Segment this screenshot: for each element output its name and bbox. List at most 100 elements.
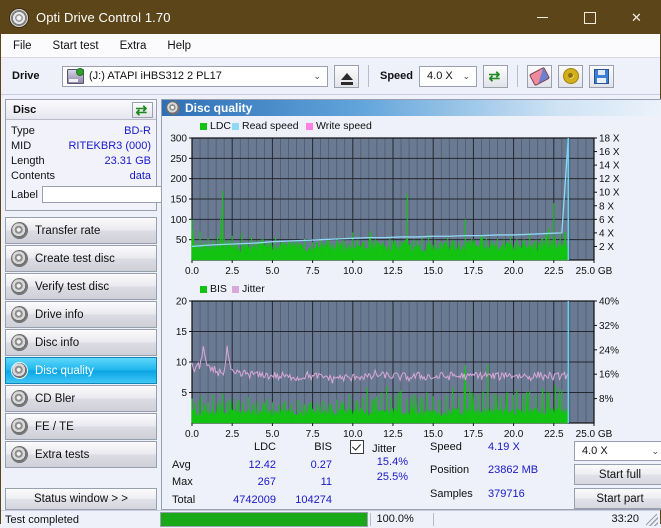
test-speed-value: 4.0 X (582, 445, 608, 457)
sidebar-item-disc-info[interactable]: Disc info (5, 329, 157, 356)
speed-select[interactable]: 4.0 X ⌄ (419, 65, 478, 87)
sidebar-item-drive-info[interactable]: Drive info (5, 301, 157, 328)
svg-text:16%: 16% (599, 370, 619, 381)
disc-quality-charts: 50 100 150 200 250 300 2 X 4 X 6 X 8 X 10 X 12 X 14 … (170, 120, 620, 438)
drive-label: Drive (12, 70, 40, 82)
disc-icon (12, 251, 27, 266)
disc-refresh-button[interactable] (132, 101, 153, 118)
elapsed-time: 33:20 (432, 513, 647, 526)
drive-select-value: (J:) ATAPI iHBS312 2 PL17 (89, 70, 222, 82)
drive-icon (67, 67, 84, 84)
svg-text:200: 200 (170, 174, 187, 185)
start-part-button[interactable]: Start part (574, 488, 661, 509)
disc-row-mid: MID RITEKBR3 (000) (11, 138, 151, 153)
speed-stat-label: Speed (430, 441, 462, 453)
jitter-checkbox[interactable] (350, 440, 364, 454)
svg-text:15.0: 15.0 (423, 429, 443, 438)
speed-stat-value: 4.19 X (488, 441, 520, 453)
disc-icon (12, 307, 27, 322)
disc-mid-value: RITEKBR3 (000) (68, 139, 151, 152)
svg-text:12 X: 12 X (599, 174, 620, 185)
disc-panel-body: Type BD-R MID RITEKBR3 (000) Length 23.3… (6, 120, 246, 210)
svg-text:15: 15 (176, 327, 188, 338)
disc-icon (12, 279, 27, 294)
menu-item-start-test[interactable]: Start test (51, 38, 101, 54)
sidebar-item-label: Disc quality (35, 364, 94, 377)
save-button[interactable] (589, 64, 615, 88)
svg-text:Write speed: Write speed (316, 120, 372, 132)
svg-text:12.5: 12.5 (383, 429, 403, 438)
stats-max-bis: 11 (320, 476, 332, 488)
disc-contents-label: Contents (11, 169, 56, 182)
menu-item-help[interactable]: Help (165, 38, 193, 54)
svg-text:5.0: 5.0 (265, 429, 279, 438)
svg-text:300: 300 (170, 134, 187, 145)
chevron-down-icon: ⌄ (651, 445, 659, 456)
page-title: Disc quality (185, 101, 253, 115)
progress-bar (160, 512, 368, 527)
stats-avg-ldc: 12.42 (248, 458, 276, 471)
svg-text:20: 20 (176, 297, 188, 308)
erase-button[interactable] (527, 64, 553, 88)
sidebar-item-extra-tests[interactable]: Extra tests (5, 441, 157, 468)
settings-button[interactable] (558, 64, 584, 88)
menu-item-extra[interactable]: Extra (118, 38, 149, 54)
svg-text:20.0: 20.0 (504, 266, 524, 277)
svg-text:25.0 GB: 25.0 GB (576, 266, 613, 277)
svg-text:7.5: 7.5 (306, 266, 320, 277)
sidebar-item-label: Transfer rate (35, 224, 101, 237)
test-speed-select[interactable]: 4.0 X ⌄ (574, 441, 661, 461)
disc-length-label: Length (11, 154, 45, 167)
svg-text:2 X: 2 X (599, 242, 614, 253)
svg-text:22.5: 22.5 (544, 429, 564, 438)
sidebar-item-label: FE / TE (35, 420, 74, 433)
svg-text:20.0: 20.0 (504, 429, 524, 438)
svg-text:50: 50 (176, 235, 188, 246)
disc-length-value: 23.31 GB (104, 154, 151, 167)
svg-text:0.0: 0.0 (185, 266, 199, 277)
drive-select[interactable]: (J:) ATAPI iHBS312 2 PL17 ⌄ (62, 65, 328, 87)
refresh-button[interactable] (483, 64, 509, 88)
disc-panel-title: Disc (13, 103, 37, 116)
maximize-button[interactable] (566, 1, 613, 34)
position-stat-value: 23862 MB (488, 464, 539, 477)
minimize-button[interactable] (519, 1, 566, 34)
sidebar-item-fe-te[interactable]: FE / TE (5, 413, 157, 440)
svg-text:25.0 GB: 25.0 GB (576, 429, 613, 438)
eject-button[interactable] (334, 64, 359, 88)
app-icon (10, 8, 28, 27)
sidebar-item-transfer-rate[interactable]: Transfer rate (5, 217, 157, 244)
menu-bar: File Start test Extra Help (1, 34, 660, 58)
sidebar-item-verify-test-disc[interactable]: Verify test disc (5, 273, 157, 300)
svg-text:10.0: 10.0 (343, 429, 363, 438)
disc-label-label: Label (11, 188, 38, 201)
chevron-down-icon: ⌄ (462, 70, 471, 81)
disc-label-row: Label (11, 184, 246, 205)
sidebar-item-create-test-disc[interactable]: Create test disc (5, 245, 157, 272)
svg-text:Jitter: Jitter (242, 283, 265, 295)
jitter-avg-value: 15.4% (376, 456, 408, 468)
close-button[interactable]: ✕ (613, 1, 660, 34)
disc-row-length: Length 23.31 GB (11, 153, 151, 168)
svg-text:2.5: 2.5 (225, 429, 239, 438)
svg-text:BIS: BIS (210, 283, 227, 295)
svg-text:LDC: LDC (210, 120, 231, 132)
test-nav: Transfer rate Create test disc Verify te… (5, 217, 157, 469)
toolbar-divider-2 (517, 65, 519, 87)
progress-fill (161, 513, 367, 526)
sidebar: Disc Type BD-R MID RITEKBR3 (000) (1, 95, 246, 510)
disc-panel-header: Disc (6, 100, 156, 120)
sidebar-item-cd-bler[interactable]: CD Bler (5, 385, 157, 412)
svg-text:22.5: 22.5 (544, 266, 564, 277)
sidebar-item-disc-quality[interactable]: Disc quality (5, 357, 157, 384)
disc-icon (12, 335, 27, 350)
main-body: Disc Type BD-R MID RITEKBR3 (000) (1, 95, 661, 510)
menu-item-file[interactable]: File (11, 38, 34, 54)
start-full-button[interactable]: Start full (574, 464, 661, 485)
svg-text:32%: 32% (599, 321, 619, 332)
speed-select-value: 4.0 X (427, 70, 453, 82)
disc-icon (12, 391, 27, 406)
status-window-button[interactable]: Status window > > (5, 488, 157, 510)
svg-text:0.0: 0.0 (185, 429, 199, 438)
